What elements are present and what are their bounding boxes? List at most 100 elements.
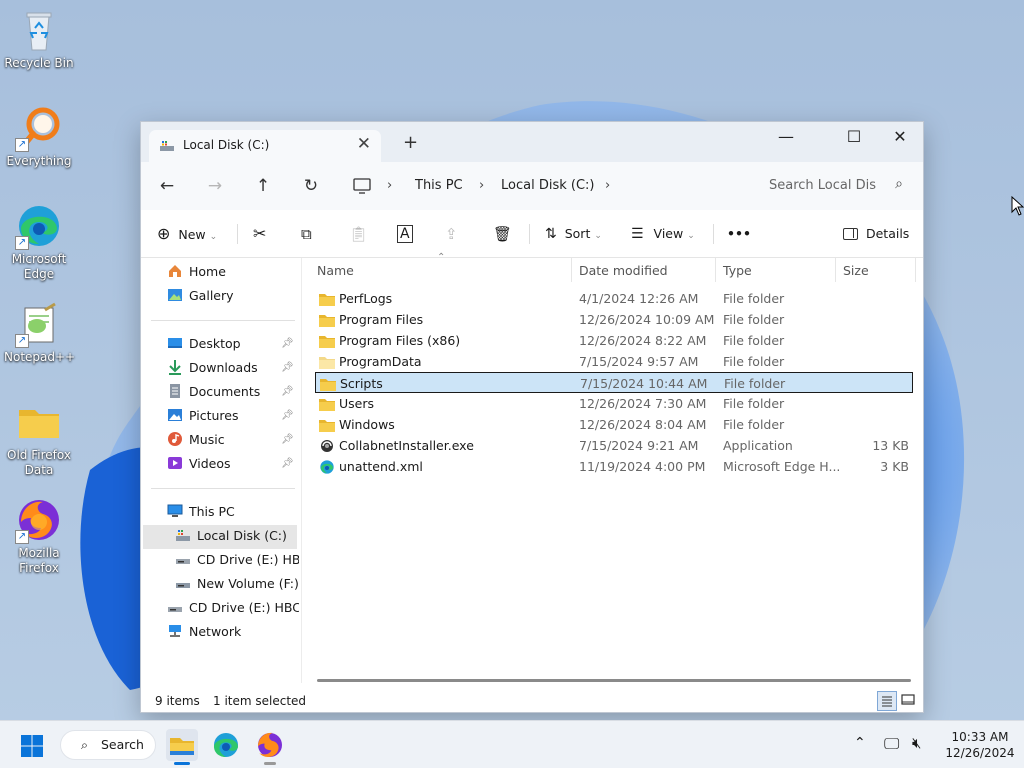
horizontal-scrollbar[interactable] [317, 679, 911, 682]
more-options-button[interactable]: ••• [727, 222, 751, 246]
breadcrumb-local-disk[interactable]: Local Disk (C:) [501, 178, 594, 193]
taskbar: ⌕ Search ⌃ 🖵︎ 🔇︎ 10:33 AM 12/26/2024 [0, 720, 1024, 768]
maximize-button[interactable]: ☐ [831, 122, 877, 154]
music-icon [167, 431, 183, 447]
file-row[interactable]: Users 12/26/2024 7:30 AM File folder [315, 393, 913, 414]
nav-item-downloads[interactable]: Downloads [167, 356, 258, 380]
minimize-button[interactable]: — [763, 122, 809, 154]
gallery-icon [167, 287, 183, 303]
volume-muted-icon[interactable]: 🔇︎ [912, 734, 921, 752]
nav-separator [151, 320, 295, 321]
system-clock[interactable]: 10:33 AM 12/26/2024 [944, 729, 1016, 761]
taskbar-edge[interactable] [210, 729, 242, 761]
share-button[interactable]: ⇪ [445, 222, 458, 246]
column-divider[interactable] [915, 258, 916, 282]
nav-item-videos[interactable]: Videos [167, 452, 231, 476]
tiles-view-button[interactable] [899, 691, 919, 711]
nav-item-music[interactable]: Music [167, 428, 225, 452]
column-header-name[interactable]: Name [317, 263, 354, 278]
desktop-icon-everything[interactable]: ↗ Everything [4, 104, 74, 169]
nav-item-home[interactable]: Home [167, 260, 226, 284]
file-type: File folder [724, 376, 786, 391]
nav-item-cd-drive-e-2[interactable]: CD Drive (E:) HBCD_F [167, 596, 299, 620]
toolbar-separator [713, 224, 714, 244]
taskbar-file-explorer[interactable] [166, 729, 198, 765]
column-divider[interactable] [571, 258, 572, 282]
desktop-icon-edge[interactable]: ↗ Microsoft Edge [4, 202, 74, 282]
nav-item-documents[interactable]: Documents [167, 380, 260, 404]
file-name: Users [339, 396, 375, 411]
nav-item-this-pc[interactable]: This PC [167, 500, 235, 524]
file-row[interactable]: Windows 12/26/2024 8:04 AM File folder [315, 414, 913, 435]
file-row[interactable]: PerfLogs 4/1/2024 12:26 AM File folder [315, 288, 913, 309]
active-app-indicator [174, 762, 190, 765]
cd-drive-icon [175, 551, 191, 567]
close-window-button[interactable]: ✕ [877, 122, 923, 154]
cd-drive-icon [167, 599, 183, 615]
refresh-button[interactable]: ↻ [299, 174, 323, 198]
column-header-size[interactable]: Size [843, 263, 869, 278]
file-row[interactable]: unattend.xml 11/19/2024 4:00 PM Microsoft … [315, 456, 913, 477]
new-button[interactable]: ⊕ New ⌄ [157, 222, 217, 246]
taskbar-search[interactable]: ⌕ Search [60, 730, 156, 760]
desktop-icon-recycle-bin[interactable]: Recycle Bin [4, 6, 74, 71]
desktop-folder-icon [167, 335, 183, 351]
file-row[interactable]: Program Files (x86) 12/26/2024 8:22 AM Fil… [315, 330, 913, 351]
nav-item-desktop[interactable]: Desktop [167, 332, 241, 356]
close-tab-icon[interactable]: ✕ [357, 134, 371, 154]
new-tab-button[interactable]: + [403, 132, 418, 153]
start-button[interactable] [20, 734, 44, 758]
nav-item-network[interactable]: Network [167, 620, 241, 644]
folder-icon [319, 417, 335, 432]
breadcrumb-this-pc[interactable]: This PC [415, 178, 463, 193]
details-view-button[interactable] [877, 691, 897, 711]
display-icon[interactable]: 🖵︎ [884, 734, 899, 754]
file-type: File folder [723, 396, 785, 411]
search-box[interactable]: Search Local Dis ⌕ [749, 170, 915, 202]
desktop-icon-label: Mozilla Firefox [18, 546, 60, 575]
folder-icon [319, 396, 335, 411]
drive-icon [175, 575, 191, 591]
nav-label: Documents [189, 384, 261, 399]
column-header-date[interactable]: Date modified [579, 263, 668, 278]
file-size: 3 KB [880, 459, 909, 474]
edge-icon [319, 459, 335, 474]
rename-button[interactable]: A [397, 222, 413, 246]
copy-button[interactable]: ⧉ [301, 222, 312, 246]
paste-button[interactable]: 📋︎ [349, 222, 368, 246]
view-button[interactable]: ☰ View ⌄ [631, 222, 695, 246]
file-row[interactable]: CollabnetInstaller.exe 7/15/2024 9:21 AM A… [315, 435, 913, 456]
up-button[interactable]: ↑ [251, 174, 275, 198]
column-divider[interactable] [835, 258, 836, 282]
nav-item-local-disk[interactable]: Local Disk (C:) [175, 524, 287, 548]
forward-button[interactable]: → [203, 174, 227, 198]
folder-icon [319, 312, 335, 327]
tab-local-disk[interactable]: Local Disk (C:) ✕ [149, 130, 381, 162]
delete-button[interactable]: 🗑︎ [493, 222, 512, 246]
column-divider[interactable] [715, 258, 716, 282]
cut-button[interactable]: ✂ [253, 222, 266, 246]
taskbar-firefox[interactable] [254, 729, 286, 765]
nav-item-pictures[interactable]: Pictures [167, 404, 239, 428]
show-hidden-icons-chevron-icon[interactable]: ⌃ [854, 735, 866, 751]
details-pane-button[interactable]: Details [843, 222, 909, 246]
chevron-right-icon[interactable]: › [605, 178, 610, 193]
nav-item-cd-drive-e[interactable]: CD Drive (E:) HBCD [175, 548, 299, 572]
desktop-icon-old-firefox-data[interactable]: Old Firefox Data [4, 398, 74, 478]
desktop-icon-notepad-plus-plus[interactable]: ↗ Notepad++ [4, 300, 75, 365]
file-type: File folder [723, 333, 785, 348]
desktop-icon-firefox[interactable]: ↗ Mozilla Firefox [4, 496, 74, 576]
nav-item-new-volume-f[interactable]: New Volume (F:) [175, 572, 299, 596]
file-type: Application [723, 438, 793, 453]
file-name: ProgramData [339, 354, 422, 369]
file-type: File folder [723, 312, 785, 327]
sort-label: Sort [564, 226, 591, 241]
back-button[interactable]: ← [155, 174, 179, 198]
file-row[interactable]: ProgramData 7/15/2024 9:57 AM File folder [315, 351, 913, 372]
column-header-type[interactable]: Type [723, 263, 752, 278]
file-row[interactable]: Program Files 12/26/2024 10:09 AM File fol… [315, 309, 913, 330]
sort-button[interactable]: ⇅ Sort ⌄ [545, 222, 602, 246]
nav-item-gallery[interactable]: Gallery [167, 284, 234, 308]
file-row[interactable]: Scripts 7/15/2024 10:44 AM File folder [315, 372, 913, 393]
address-bar[interactable]: › This PC › Local Disk (C:) › [345, 170, 745, 202]
